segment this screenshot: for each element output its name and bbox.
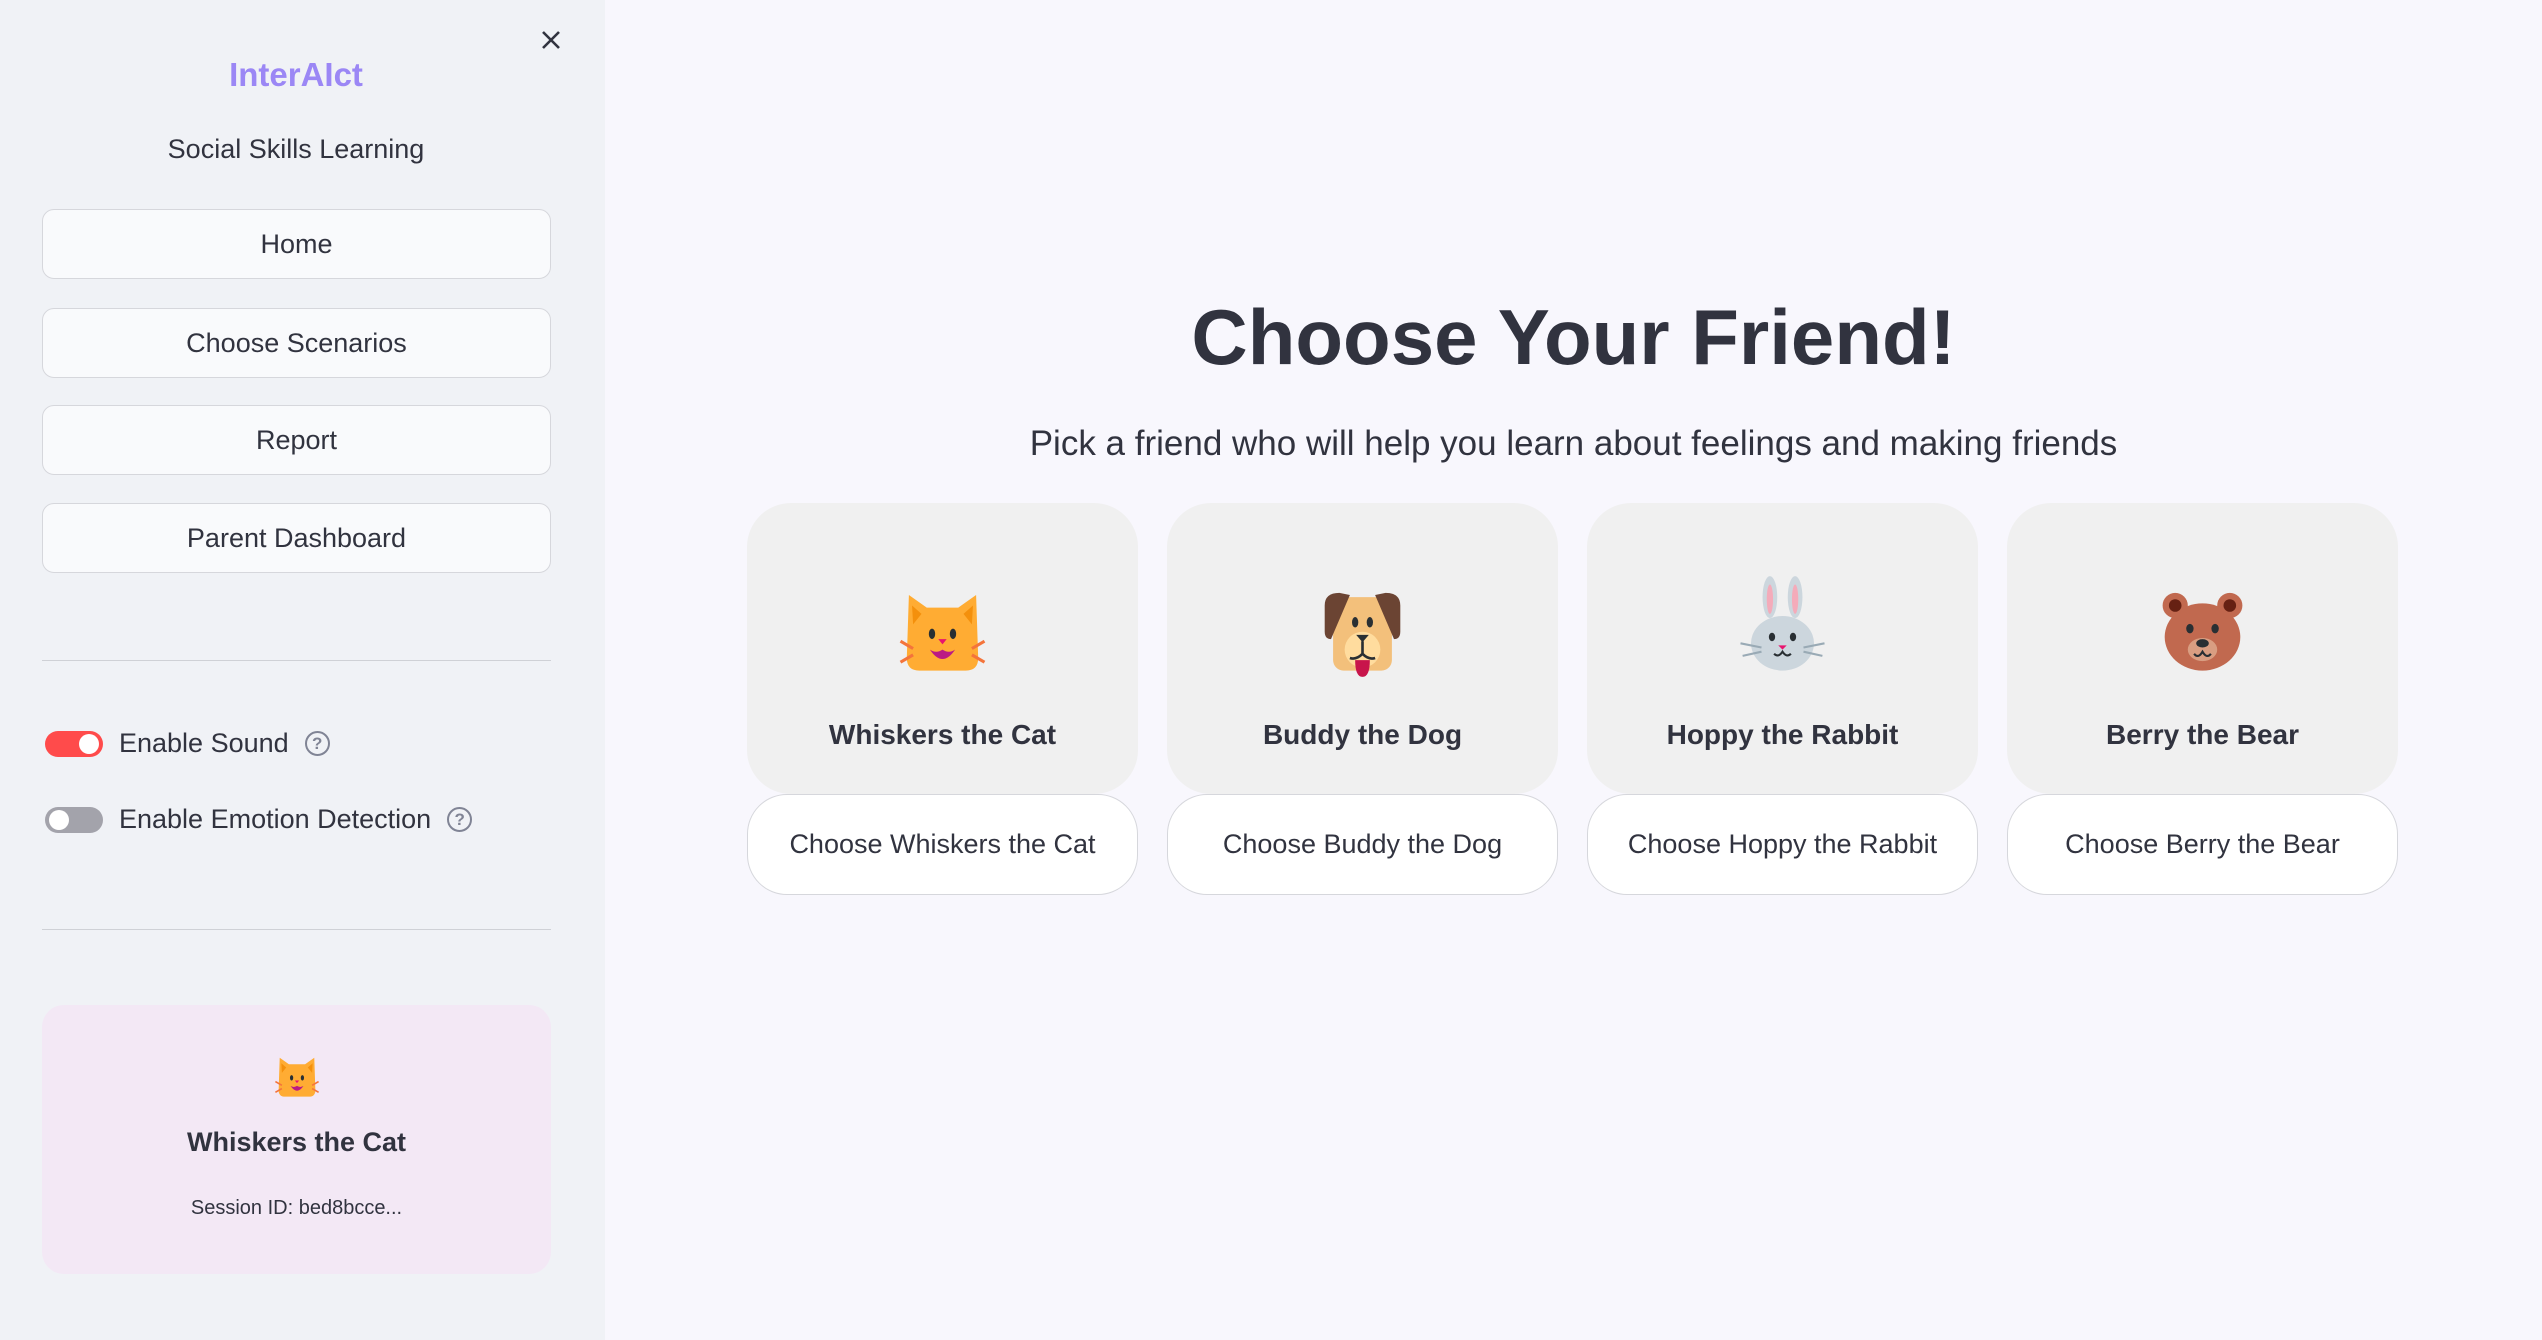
choose-scenarios-button[interactable]: Choose Scenarios [42, 308, 551, 378]
page-subtitle: Pick a friend who will help you learn ab… [1029, 424, 2118, 463]
close-icon[interactable] [535, 24, 567, 56]
friend-name: Buddy the Dog [1262, 719, 1463, 750]
friend-card-cat: Whiskers the Cat [747, 503, 1138, 794]
current-friend-card: Whiskers the Cat Session ID: bed8bcce... [42, 1005, 551, 1274]
cat-face-icon [274, 1056, 320, 1098]
choose-dog-button[interactable]: Choose Buddy the Dog [1167, 794, 1558, 895]
friend-name: Berry the Bear [2106, 719, 2299, 750]
dog-face-icon [1323, 591, 1402, 679]
page-title: Choose Your Friend! [1191, 293, 1956, 381]
current-friend-name: Whiskers the Cat [186, 1127, 407, 1157]
parent-dashboard-button[interactable]: Parent Dashboard [42, 503, 551, 573]
brand-title: InterAIct [229, 56, 363, 93]
friend-name: Whiskers the Cat [828, 719, 1057, 750]
help-icon[interactable]: ? [304, 731, 330, 756]
divider [42, 929, 551, 930]
friend-name: Hoppy the Rabbit [1666, 719, 1899, 750]
friend-card-rabbit: Hoppy the Rabbit [1587, 503, 1978, 794]
bear-face-icon [2161, 591, 2244, 672]
enable-sound-toggle[interactable] [45, 730, 103, 757]
choose-rabbit-button[interactable]: Choose Hoppy the Rabbit [1587, 794, 1978, 895]
emotion-detection-row: Enable Emotion Detection ? [45, 804, 473, 835]
enable-sound-label: Enable Sound [119, 728, 289, 758]
rabbit-face-icon [1739, 575, 1826, 672]
report-button[interactable]: Report [42, 405, 551, 475]
home-button[interactable]: Home [42, 209, 551, 279]
sidebar: InterAIct Social Skills Learning Home Ch… [0, 0, 605, 1340]
tagline: Social Skills Learning [167, 134, 425, 164]
divider [42, 660, 551, 661]
friend-card-dog: Buddy the Dog [1167, 503, 1558, 794]
choose-bear-button[interactable]: Choose Berry the Bear [2007, 794, 2398, 895]
session-id: Session ID: bed8bcce... [190, 1197, 403, 1219]
emotion-detection-toggle[interactable] [45, 806, 103, 833]
friend-card-bear: Berry the Bear [2007, 503, 2398, 794]
emotion-detection-label: Enable Emotion Detection [119, 804, 432, 834]
enable-sound-row: Enable Sound ? [45, 728, 330, 759]
help-icon[interactable]: ? [447, 807, 473, 832]
choose-cat-button[interactable]: Choose Whiskers the Cat [747, 794, 1138, 895]
cat-face-icon [898, 593, 987, 673]
